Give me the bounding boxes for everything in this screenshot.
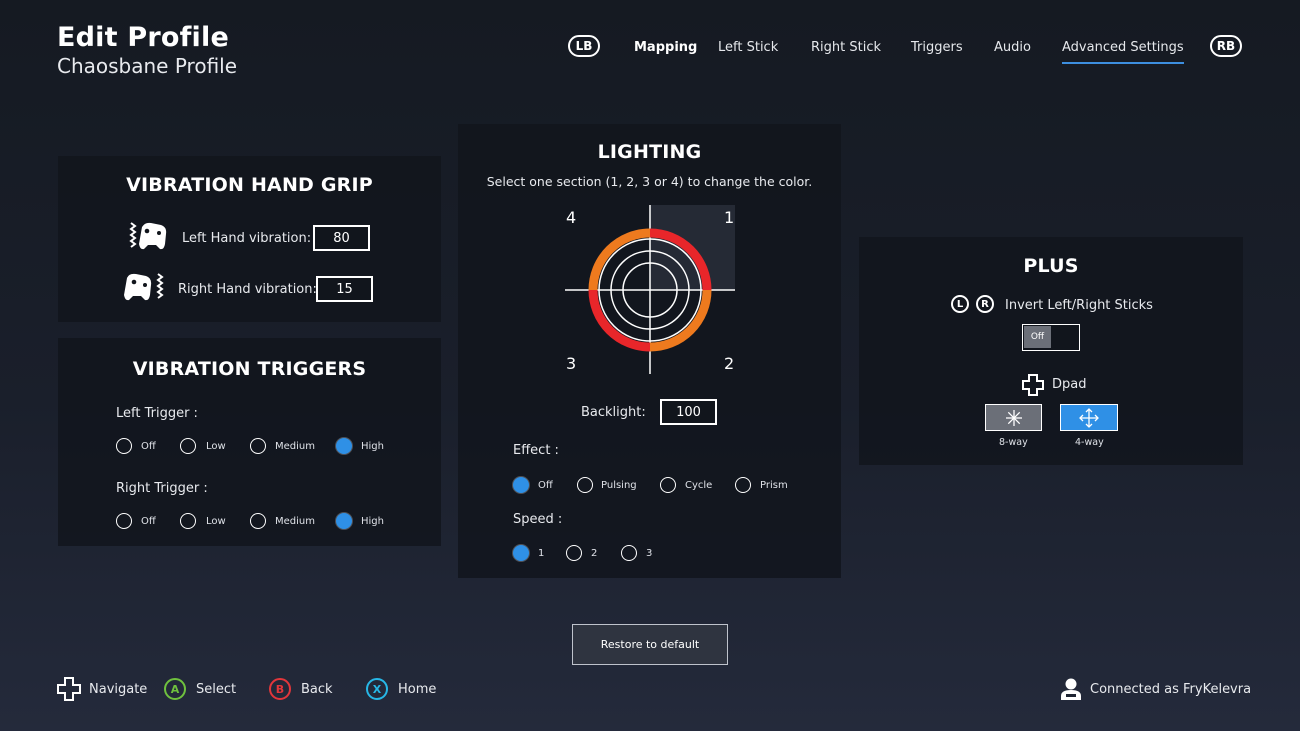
effect-prism-label: Prism: [760, 480, 788, 491]
left-hand-vibration-input[interactable]: 80: [313, 225, 370, 251]
right-hand-vibration-icon: [124, 273, 164, 301]
navigate-dpad-icon: [57, 677, 81, 701]
toggle-off-knob: Off: [1024, 326, 1051, 348]
four-way-icon: [1079, 407, 1099, 428]
vibration-triggers-panel: VIBRATION TRIGGERS Left Trigger : Off Lo…: [58, 338, 441, 546]
effect-off-label: Off: [538, 480, 553, 491]
effect-pulsing-radio[interactable]: [577, 477, 593, 493]
ring-section-2[interactable]: [649, 289, 712, 352]
right-trigger-off-label: Off: [141, 516, 156, 527]
dpad-4way-button[interactable]: [1060, 404, 1118, 431]
invert-sticks-label: Invert Left/Right Sticks: [1005, 298, 1153, 313]
left-stick-icon: L: [951, 295, 969, 313]
dpad-8way-label: 8-way: [999, 437, 1028, 448]
right-trigger-high-radio[interactable]: [336, 513, 352, 529]
right-trigger-label: Right Trigger :: [116, 481, 208, 496]
b-button-icon: B: [269, 678, 291, 700]
right-hand-vibration-label: Right Hand vibration:: [178, 282, 317, 297]
plus-panel: PLUS L R Invert Left/Right Sticks Off Dp…: [859, 237, 1243, 465]
invert-sticks-toggle[interactable]: Off: [1022, 324, 1080, 351]
right-trigger-low-radio[interactable]: [180, 513, 196, 529]
plus-title: PLUS: [1023, 255, 1079, 277]
tab-audio[interactable]: Audio: [994, 40, 1031, 55]
user-icon: [1061, 678, 1081, 700]
tab-left-stick[interactable]: Left Stick: [718, 40, 778, 55]
lighting-title: LIGHTING: [597, 141, 702, 163]
right-stick-icon: R: [976, 295, 994, 313]
effect-cycle-radio[interactable]: [660, 477, 676, 493]
left-trigger-medium-label: Medium: [275, 441, 315, 452]
speed-label: Speed :: [513, 512, 563, 527]
left-trigger-high-label: High: [361, 441, 384, 452]
ring-section-3[interactable]: [588, 289, 651, 352]
dpad-8way-button[interactable]: [985, 404, 1042, 431]
tab-mapping[interactable]: Mapping: [634, 40, 697, 55]
lighting-instruction: Select one section (1, 2, 3 or 4) to cha…: [486, 174, 813, 189]
tab-advanced-settings[interactable]: Advanced Settings: [1062, 40, 1184, 64]
hand-grip-title: VIBRATION HAND GRIP: [126, 174, 373, 196]
left-hand-vibration-label: Left Hand vibration:: [182, 231, 312, 246]
right-trigger-low-label: Low: [206, 516, 226, 527]
right-hand-vibration-input[interactable]: 15: [316, 276, 373, 302]
section-3-label[interactable]: 3: [566, 354, 576, 373]
backlight-label: Backlight:: [581, 405, 646, 420]
a-button-icon: A: [164, 678, 186, 700]
restore-default-button[interactable]: Restore to default: [572, 624, 728, 665]
left-trigger-high-radio[interactable]: [336, 438, 352, 454]
tab-triggers[interactable]: Triggers: [911, 40, 963, 55]
right-trigger-medium-label: Medium: [275, 516, 315, 527]
dpad-label: Dpad: [1052, 377, 1087, 392]
tab-right-stick[interactable]: Right Stick: [811, 40, 881, 55]
effect-cycle-label: Cycle: [685, 480, 713, 491]
rb-bumper-icon[interactable]: RB: [1210, 35, 1242, 57]
right-trigger-medium-radio[interactable]: [250, 513, 266, 529]
vibration-hand-grip-panel: VIBRATION HAND GRIP Left Hand vibration:…: [58, 156, 441, 322]
effect-prism-radio[interactable]: [735, 477, 751, 493]
left-trigger-label: Left Trigger :: [116, 406, 198, 421]
select-hint[interactable]: Select: [196, 682, 236, 697]
effect-label: Effect :: [513, 443, 559, 458]
left-trigger-medium-radio[interactable]: [250, 438, 266, 454]
eight-way-icon: [1005, 409, 1022, 426]
backlight-input[interactable]: 100: [660, 399, 717, 425]
page-title: Edit Profile: [57, 22, 229, 53]
navigate-hint: Navigate: [89, 682, 148, 697]
speed-3-label: 3: [646, 548, 653, 559]
connected-status: Connected as FryKelevra: [1090, 682, 1252, 697]
left-trigger-low-label: Low: [206, 441, 226, 452]
ring-section-4[interactable]: [588, 228, 651, 291]
x-button-icon: X: [366, 678, 388, 700]
left-trigger-off-radio[interactable]: [116, 438, 132, 454]
profile-name: Chaosbane Profile: [57, 54, 238, 78]
lighting-section-selector[interactable]: [562, 202, 742, 377]
left-trigger-off-label: Off: [141, 441, 156, 452]
section-1-label[interactable]: 1: [724, 208, 734, 227]
dpad-4way-label: 4-way: [1075, 437, 1104, 448]
triggers-title: VIBRATION TRIGGERS: [132, 358, 367, 380]
effect-off-radio[interactable]: [513, 477, 529, 493]
speed-1-radio[interactable]: [513, 545, 529, 561]
section-2-label[interactable]: 2: [724, 354, 734, 373]
lighting-panel: LIGHTING Select one section (1, 2, 3 or …: [458, 124, 841, 578]
right-trigger-off-radio[interactable]: [116, 513, 132, 529]
lb-bumper-icon[interactable]: LB: [568, 35, 600, 57]
back-hint[interactable]: Back: [301, 682, 333, 697]
section-4-label[interactable]: 4: [566, 208, 576, 227]
right-trigger-high-label: High: [361, 516, 384, 527]
home-hint[interactable]: Home: [398, 682, 436, 697]
speed-2-label: 2: [591, 548, 598, 559]
speed-1-label: 1: [538, 548, 545, 559]
left-hand-vibration-icon: [129, 222, 167, 250]
speed-3-radio[interactable]: [621, 545, 637, 561]
dpad-icon: [1022, 374, 1044, 396]
speed-2-radio[interactable]: [566, 545, 582, 561]
left-trigger-low-radio[interactable]: [180, 438, 196, 454]
effect-pulsing-label: Pulsing: [601, 480, 637, 491]
